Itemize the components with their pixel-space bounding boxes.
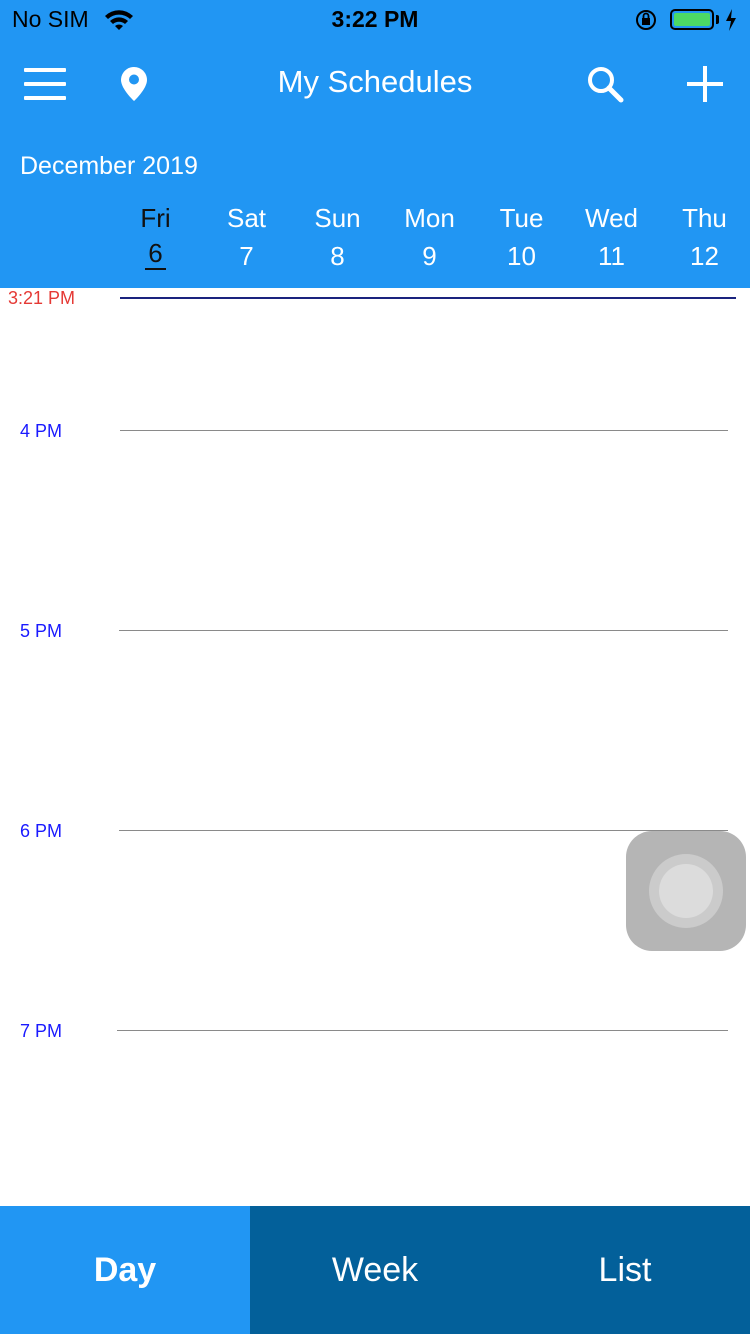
day-number: 12 [690,241,719,271]
hour-line-4pm [120,430,728,431]
day-name: Wed [585,203,638,233]
tab-list[interactable]: List [500,1206,750,1334]
day-number: 9 [422,241,437,271]
current-time-label: 3:21 PM [8,288,76,308]
assistive-touch-button[interactable] [626,831,746,951]
search-icon[interactable] [582,60,628,108]
hour-line-7pm [117,1030,728,1031]
day-strip: Fri 6 Sat 7 Sun 8 Mon 9 Tue 10 Wed 11 Th… [110,200,750,280]
hour-line-5pm [119,630,728,631]
day-number: 11 [598,241,625,271]
tab-week[interactable]: Week [250,1206,500,1334]
day-name: Sun [314,203,361,233]
day-timeline[interactable]: 3:21 PM 4 PM 5 PM 6 PM 7 PM [0,288,750,1206]
day-number: 8 [330,241,345,271]
assistive-touch-dot [659,864,713,918]
charging-bolt-icon [726,9,736,31]
battery-icon [670,9,714,30]
day-name: Mon [404,203,455,233]
day-number: 7 [239,241,254,271]
day-name: Sat [226,203,267,233]
day-name: Fri [140,203,171,233]
plus-icon[interactable] [682,60,728,108]
day-number: 10 [507,241,536,271]
day-tue-10[interactable]: Tue 10 [476,200,567,274]
status-bar: No SIM 3:22 PM [0,0,750,40]
day-name: Tue [499,203,544,233]
hour-label-5pm: 5 PM [20,621,63,641]
day-fri-6[interactable]: Fri 6 [110,200,201,270]
nav-bar: My Schedules [0,44,750,124]
hour-line-6pm [119,830,728,831]
header: No SIM 3:22 PM My Schedules December 201… [0,0,750,288]
day-sun-8[interactable]: Sun 8 [292,200,383,274]
rotation-lock-icon [636,10,656,30]
day-mon-9[interactable]: Mon 9 [384,200,475,274]
hour-label-4pm: 4 PM [20,421,63,441]
hour-label-6pm: 6 PM [20,821,63,841]
page-title: My Schedules [277,64,473,99]
battery-tip [716,15,719,24]
day-name: Thu [682,203,727,233]
battery-level [674,13,710,26]
current-time-line [120,297,736,299]
tab-day[interactable]: Day [0,1206,250,1334]
month-label: December 2019 [20,152,198,180]
hour-label-7pm: 7 PM [20,1021,63,1041]
view-tab-bar: Day Week List [0,1206,750,1334]
day-sat-7[interactable]: Sat 7 [201,200,292,274]
day-wed-11[interactable]: Wed 11 [566,200,657,274]
day-thu-12[interactable]: Thu 12 [659,200,750,274]
day-number: 6 [145,238,166,270]
